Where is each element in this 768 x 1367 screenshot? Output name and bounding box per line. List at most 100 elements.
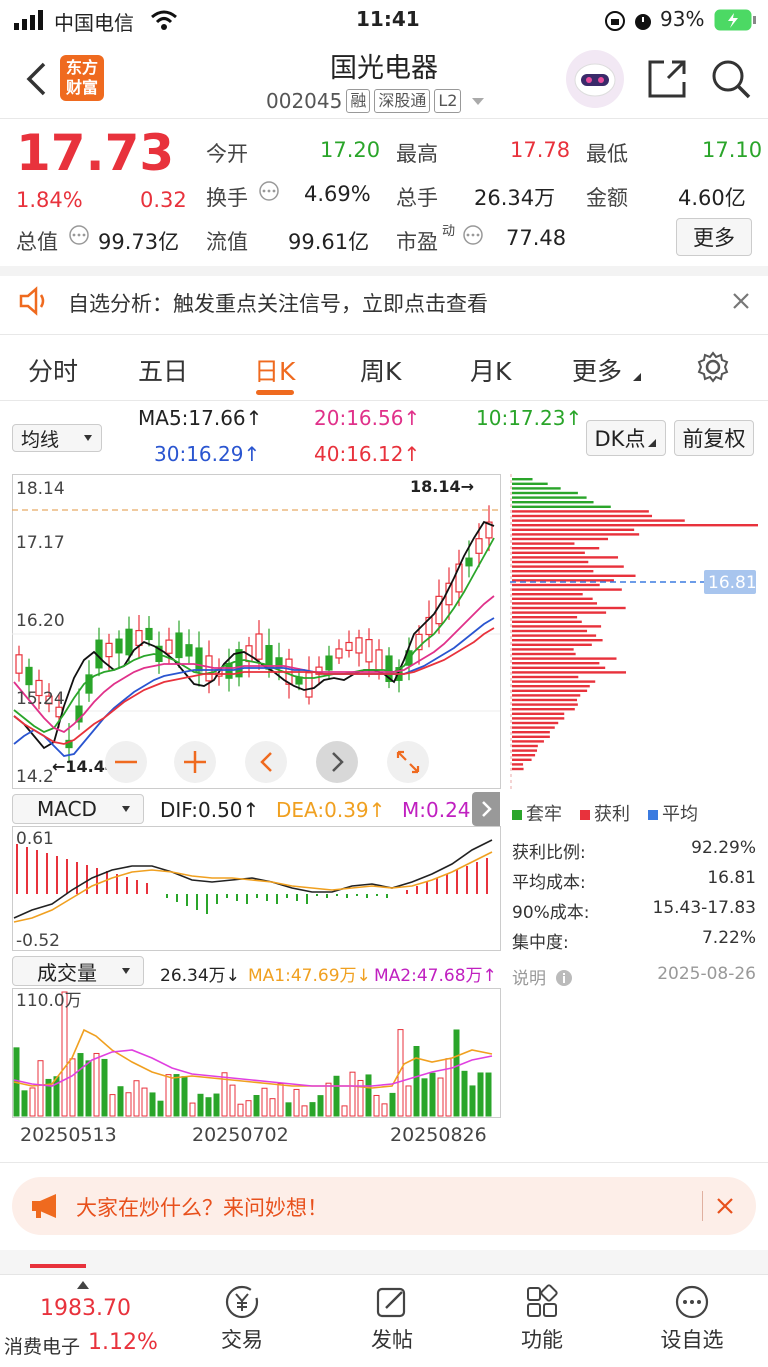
close-icon[interactable] — [716, 1197, 734, 1215]
current-price: 17.73 — [16, 124, 175, 182]
dropdown-triangle-icon — [648, 439, 657, 447]
info-dots-icon[interactable] — [462, 224, 484, 246]
share-icon[interactable] — [646, 58, 688, 100]
chip-bar — [512, 680, 596, 683]
volume-bar — [437, 1077, 444, 1117]
chip-bar — [512, 648, 574, 651]
chip-bar — [512, 583, 600, 587]
more-quote-button[interactable]: 更多 — [676, 218, 752, 256]
volume-bar — [197, 1093, 204, 1117]
tab-intraday[interactable]: 分时 — [28, 352, 78, 388]
macd-bar — [426, 882, 428, 894]
ask-ai-banner[interactable]: 大家在炒什么？来问妙想！ — [12, 1177, 756, 1235]
chip-bar — [512, 689, 588, 692]
ai-assistant-avatar[interactable] — [566, 50, 624, 108]
adjust-price-button[interactable]: 前复权 — [674, 420, 754, 456]
macd-bar — [466, 866, 468, 894]
tab-monthly-k[interactable]: 月K — [470, 352, 511, 388]
chip-bar — [512, 763, 524, 766]
macd-bar — [106, 871, 108, 894]
chip-bar — [512, 708, 575, 711]
robot-icon — [574, 63, 616, 97]
expand-panel-button[interactable] — [472, 792, 500, 826]
alert-message[interactable]: 自选分析：触发重点关注信号，立即点击查看 — [68, 288, 488, 318]
volume-bar — [421, 1078, 428, 1117]
macd-top-label: 0.61 — [16, 829, 54, 849]
pe-value: 77.48 — [506, 226, 567, 250]
index-value[interactable]: 1983.70 — [40, 1296, 131, 1321]
lock-rotation-icon — [605, 11, 625, 31]
nav-trade[interactable]: 交易 — [182, 1284, 302, 1354]
macd-bar — [346, 894, 348, 898]
info-dots-icon[interactable] — [258, 180, 280, 202]
chip-distribution-chart[interactable]: 16.81 — [510, 474, 768, 790]
avg-cost-marker: 16.81 — [708, 573, 757, 593]
pan-right-button[interactable] — [316, 741, 358, 783]
macd-bar — [226, 894, 228, 898]
dropdown-triangle-icon — [122, 806, 130, 812]
nav-add-watchlist-label: 设自选 — [660, 1328, 724, 1352]
volume-bar — [93, 1052, 100, 1117]
pan-left-button[interactable] — [245, 741, 287, 783]
volume-selector[interactable]: 成交量 — [12, 956, 144, 986]
legend-profit: 获利 — [580, 800, 630, 826]
macd-bar — [236, 894, 238, 901]
kline-chart[interactable]: 18.14 17.17 16.20 15.24 14.2 18.14→ ←14.… — [12, 474, 502, 790]
info-dots-icon[interactable] — [68, 224, 90, 246]
chip-bar — [512, 639, 603, 642]
index-name[interactable]: 消费电子 — [4, 1332, 80, 1359]
volume-chart: 110.0万 — [12, 988, 501, 1118]
note-row[interactable]: 说明 2025-08-26 — [512, 964, 756, 989]
pe-superscript: 动 — [442, 224, 456, 239]
nav-functions-label: 功能 — [521, 1328, 563, 1352]
fullscreen-button[interactable] — [387, 741, 429, 783]
settings-gear-icon[interactable] — [696, 350, 730, 384]
tab-more[interactable]: 更多 — [572, 352, 622, 388]
dropdown-triangle-icon — [472, 98, 485, 105]
chip-bar — [512, 754, 536, 757]
macd-bar — [476, 862, 478, 894]
macd-bar — [166, 894, 168, 898]
volume-ma2: MA2:47.68万↑ — [374, 966, 497, 986]
chip-bar — [512, 519, 685, 522]
close-icon[interactable] — [732, 292, 750, 310]
trade-yen-icon — [225, 1285, 259, 1319]
chip-bar — [512, 551, 585, 554]
zoom-in-button[interactable] — [174, 741, 216, 783]
tab-strip-behind — [0, 1250, 768, 1274]
volume-bar — [317, 1095, 324, 1117]
chip-bar — [512, 740, 544, 743]
macd-selector[interactable]: MACD — [12, 794, 144, 824]
chip-bar — [512, 671, 627, 674]
dropdown-triangle-icon — [633, 373, 641, 381]
alarm-icon — [635, 14, 651, 30]
search-icon[interactable] — [710, 58, 752, 100]
high-label: 最高 — [396, 142, 438, 166]
chip-bar — [512, 482, 548, 485]
volume-bar — [133, 1080, 140, 1117]
tab-five-day[interactable]: 五日 — [138, 352, 188, 388]
zoom-out-button[interactable] — [105, 741, 147, 783]
macd-bar — [136, 880, 138, 894]
chip-bar — [512, 542, 575, 545]
stock-code-row[interactable]: 002045 融 深股通 L2 — [266, 89, 487, 113]
volume-bar — [245, 1100, 252, 1117]
float-value: 99.61亿 — [288, 230, 370, 254]
chip-bar — [512, 749, 538, 752]
date-label-2: 20250702 — [192, 1124, 289, 1146]
tab-weekly-k[interactable]: 周K — [360, 352, 401, 388]
nav-post[interactable]: 发帖 — [332, 1284, 452, 1354]
tab-daily-k[interactable]: 日K — [254, 352, 295, 388]
battery-percent: 93% — [660, 7, 705, 31]
volume-label: 总手 — [396, 186, 438, 210]
distribution-legend: 套牢 获利 平均 — [512, 800, 698, 826]
nav-functions[interactable]: 功能 — [482, 1284, 602, 1354]
macd-bar — [176, 894, 178, 902]
dk-point-button[interactable]: DK点 — [586, 420, 666, 456]
grid-apps-icon — [527, 1284, 558, 1317]
macd-bar — [316, 894, 318, 896]
index-change[interactable]: 1.12% — [88, 1330, 158, 1355]
nav-add-watchlist[interactable]: 设自选 — [632, 1284, 752, 1354]
volume-bar — [181, 1076, 188, 1117]
ma-selector[interactable]: 均线 — [12, 424, 102, 452]
